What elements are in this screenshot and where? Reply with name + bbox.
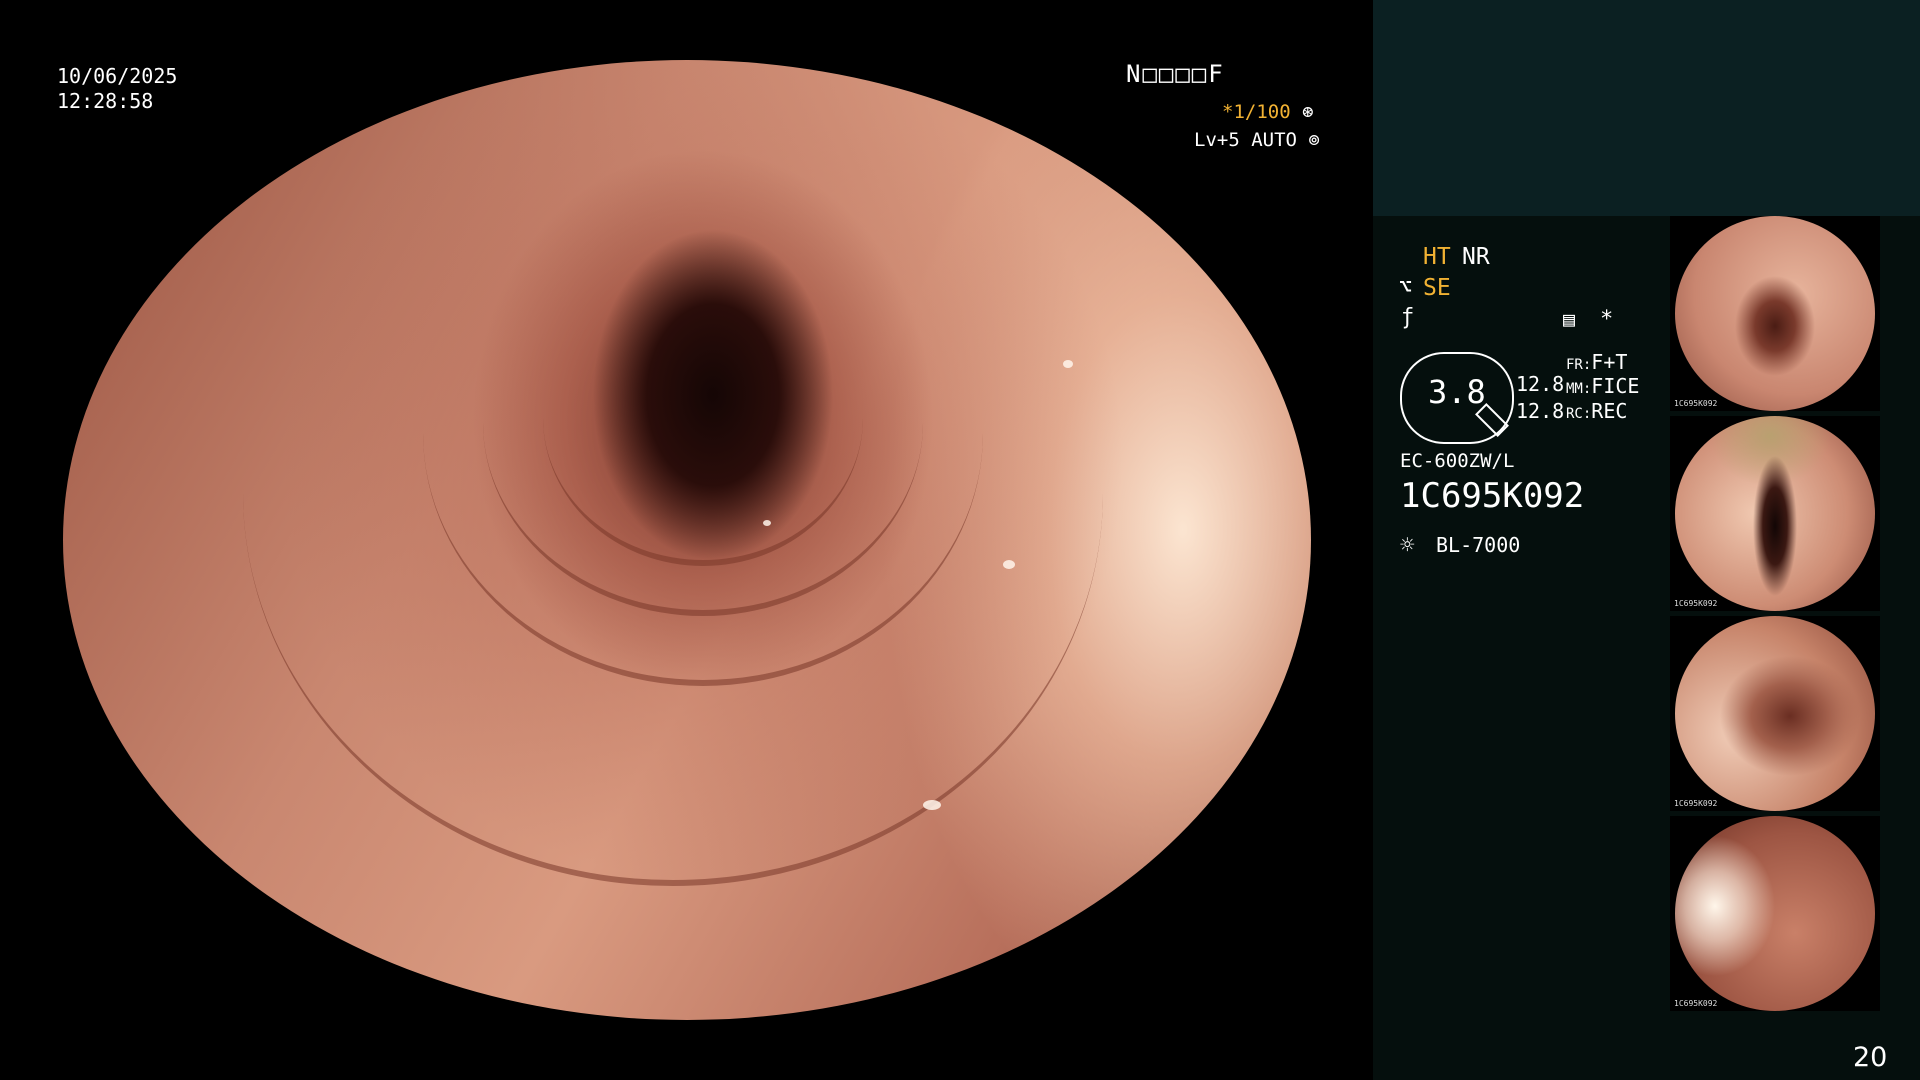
thumbnail-label: 1C695K092: [1674, 999, 1718, 1008]
freeze-icon: ƒ: [1401, 305, 1415, 330]
thumbnail-image: [1675, 816, 1875, 1011]
iris-icon: ⊚: [1308, 129, 1320, 151]
star-indicator: *: [1600, 307, 1614, 332]
patient-code: N□□□□F: [1126, 60, 1225, 88]
time: 12:28:58: [57, 89, 154, 113]
captured-thumbnail[interactable]: 1C695K092: [1670, 616, 1880, 811]
specular-highlight: [1003, 560, 1015, 569]
specular-highlight: [923, 800, 941, 810]
thumbnail-image: [1675, 616, 1875, 811]
zoom-value-bottom: 12.8: [1516, 399, 1565, 423]
thumbnail-image: [1675, 216, 1875, 411]
endoscope-view: 10/06/2025 12:28:58 N□□□□F *1/100 ⊛ Lv+5…: [0, 0, 1373, 1080]
scope-diameter: 3.8: [1428, 373, 1486, 411]
fr-setting: FR:F+T: [1566, 350, 1628, 374]
nr-indicator: NR: [1462, 244, 1490, 270]
captured-thumbnail[interactable]: 1C695K092: [1670, 816, 1880, 1011]
shutter-icon: ⊛: [1302, 101, 1314, 123]
exposure-value: *1/100: [1222, 101, 1291, 123]
panel-header-area: [1373, 0, 1920, 216]
mm-setting: MM:FICE: [1566, 374, 1640, 398]
captured-thumbnail[interactable]: 1C695K092: [1670, 416, 1880, 611]
rc-setting: RC:REC: [1566, 399, 1628, 423]
light-source: BL-7000: [1436, 533, 1521, 557]
thumbnail-image: [1675, 416, 1875, 611]
thumbnail-label: 1C695K092: [1674, 799, 1718, 808]
mucosal-fold: [243, 100, 1103, 886]
ht-indicator: HT: [1423, 244, 1451, 270]
page-number: 20: [1853, 1042, 1888, 1073]
se-indicator: SE: [1423, 275, 1451, 301]
scope-serial: 1C695K092: [1400, 476, 1585, 516]
thumbnail-label: 1C695K092: [1674, 399, 1718, 408]
scope-model: EC-600ZW/L: [1400, 450, 1515, 472]
zoom-value-top: 12.8: [1516, 372, 1565, 396]
endoscopic-image: [63, 60, 1311, 1020]
captured-thumbnail[interactable]: 1C695K092: [1670, 216, 1880, 411]
level-readout: Lv+5 AUTO ⊚: [1194, 128, 1320, 153]
date: 10/06/2025: [57, 64, 178, 88]
date-time-readout: 10/06/2025 12:28:58: [57, 64, 177, 114]
enhance-icon: ⌥: [1399, 275, 1413, 300]
memo-icon: ▤: [1563, 307, 1576, 331]
thumbnail-label: 1C695K092: [1674, 599, 1718, 608]
specular-highlight: [1063, 360, 1073, 368]
exposure-readout: *1/100 ⊛: [1222, 100, 1314, 125]
specular-highlight: [763, 520, 771, 526]
level-value: Lv+5 AUTO: [1194, 129, 1297, 151]
light-source-icon: ☼: [1400, 531, 1415, 559]
